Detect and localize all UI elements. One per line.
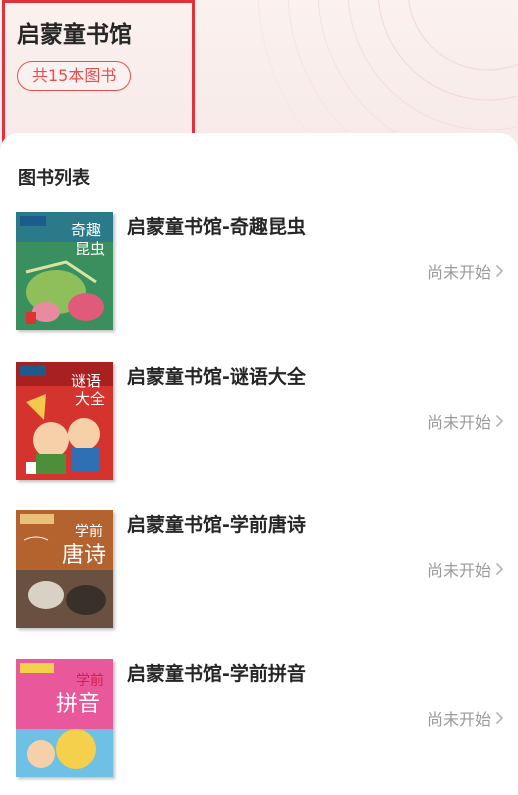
page: 启蒙童书馆 共15本图书 图书列表 奇趣 昆虫 启蒙童书馆-奇趣昆虫 尚未开始 … (0, 0, 518, 795)
status-label: 尚未开始 (426, 710, 491, 729)
book-title: 启蒙童书馆-谜语大全 (127, 366, 306, 388)
book-status[interactable]: 尚未开始 (427, 409, 504, 433)
cover-text: 奇趣 (71, 221, 101, 239)
book-item[interactable]: 奇趣 昆虫 启蒙童书馆-奇趣昆虫 尚未开始 (0, 212, 518, 342)
book-title: 启蒙童书馆-奇趣昆虫 (127, 216, 306, 238)
chevron-right-icon (495, 562, 504, 576)
book-cover[interactable]: 奇趣 昆虫 (16, 212, 113, 330)
chevron-right-icon (495, 414, 504, 428)
book-item[interactable]: 谜语 大全 启蒙童书馆-谜语大全 尚未开始 (0, 362, 518, 492)
book-status[interactable]: 尚未开始 (427, 259, 504, 283)
book-cover[interactable]: 谜语 大全 (16, 362, 113, 480)
book-status[interactable]: 尚未开始 (427, 706, 504, 730)
cover-text: 唐诗 (62, 543, 106, 568)
chevron-right-icon (495, 711, 504, 725)
book-cover[interactable]: 学前 拼音 (16, 659, 113, 777)
page-title: 启蒙童书馆 (17, 22, 132, 48)
book-title: 启蒙童书馆-学前唐诗 (127, 514, 306, 536)
status-label: 尚未开始 (426, 263, 491, 282)
cover-text: 学前 (75, 523, 103, 540)
book-list-card: 图书列表 奇趣 昆虫 启蒙童书馆-奇趣昆虫 尚未开始 谜语 大全 启蒙童书馆-谜… (0, 133, 518, 795)
cover-text: 拼音 (56, 692, 100, 717)
cover-text: 谜语 (71, 372, 101, 390)
book-count-badge: 共15本图书 (17, 61, 132, 91)
cover-text: 学前 (76, 672, 104, 689)
cover-text: 昆虫 (75, 240, 105, 258)
chevron-right-icon (495, 264, 504, 278)
book-status[interactable]: 尚未开始 (427, 557, 504, 581)
status-label: 尚未开始 (426, 413, 491, 432)
section-title: 图书列表 (18, 168, 90, 189)
cover-text: 大全 (75, 390, 105, 408)
status-label: 尚未开始 (426, 561, 491, 580)
book-title: 启蒙童书馆-学前拼音 (127, 663, 306, 685)
book-item[interactable]: 学前 唐诗 启蒙童书馆-学前唐诗 尚未开始 (0, 510, 518, 640)
book-item[interactable]: 学前 拼音 启蒙童书馆-学前拼音 尚未开始 (0, 659, 518, 789)
book-cover[interactable]: 学前 唐诗 (16, 510, 113, 628)
